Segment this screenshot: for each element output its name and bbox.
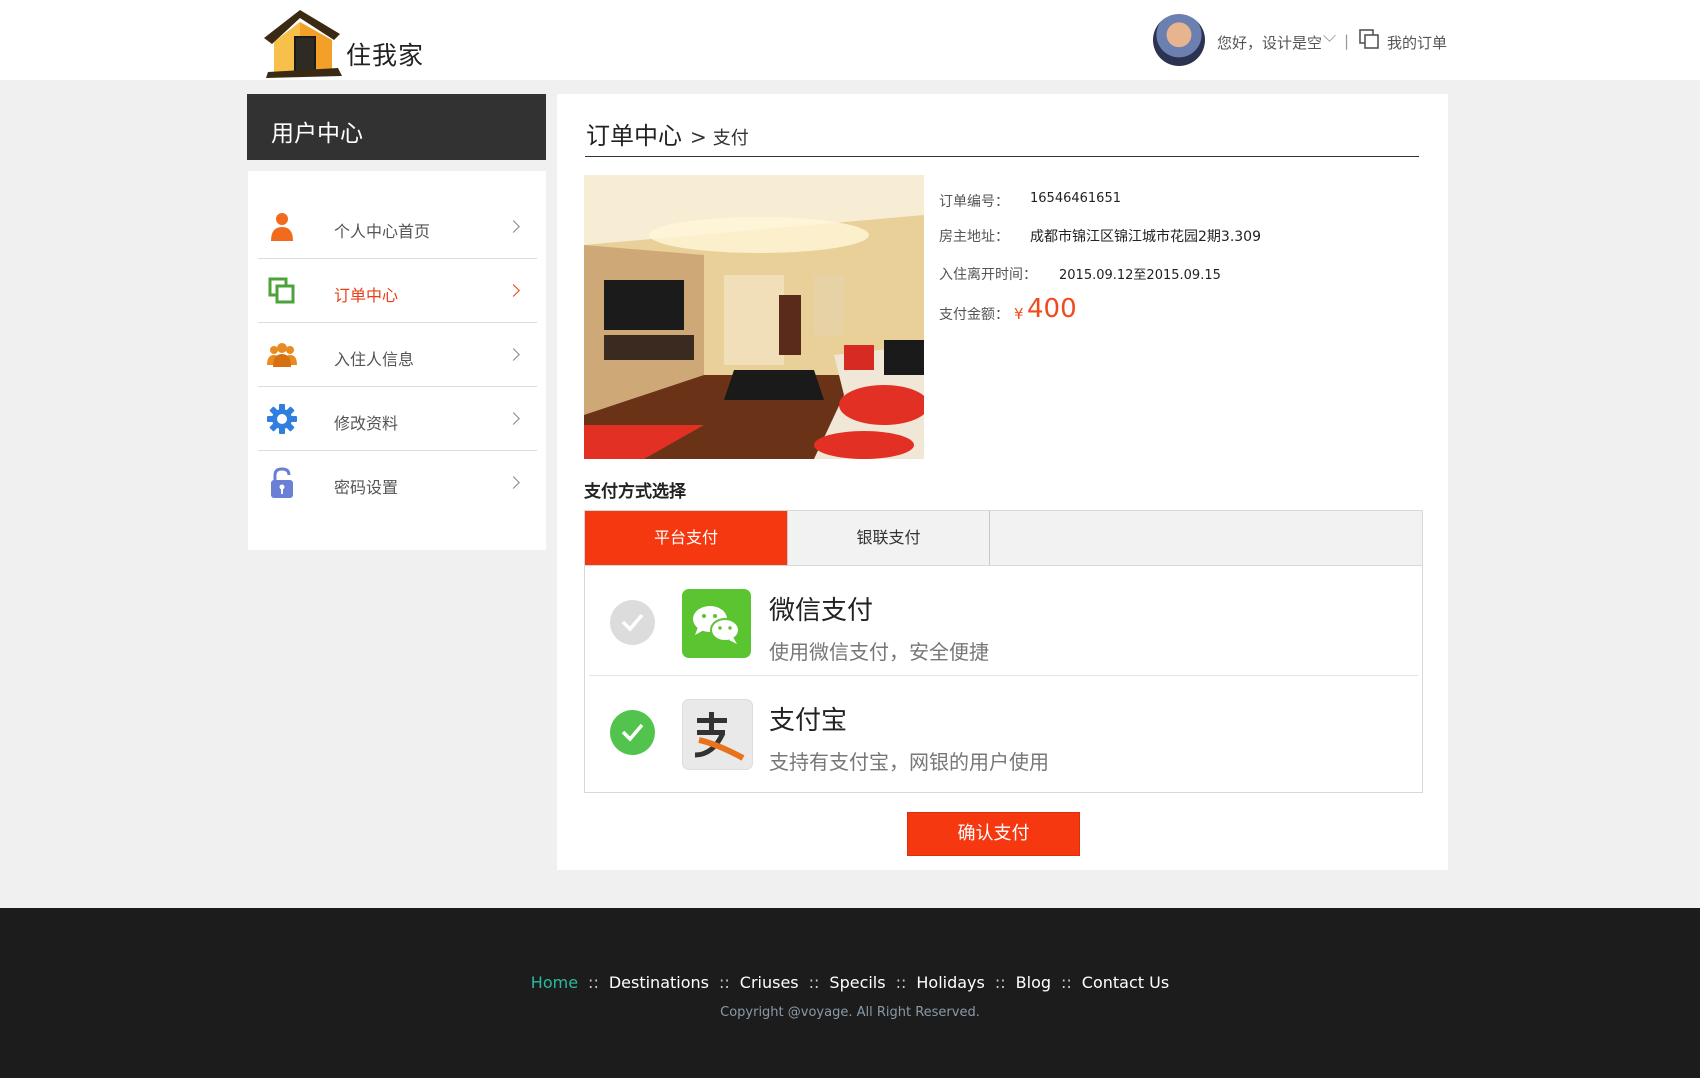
tab-platform-pay[interactable]: 平台支付 <box>585 511 787 565</box>
tab-unionpay[interactable]: 银联支付 <box>787 511 990 565</box>
alipay-icon <box>682 699 753 770</box>
chevron-right-icon <box>507 284 520 297</box>
footer-copyright: Copyright @voyage. All Right Reserved. <box>720 1005 980 1020</box>
footer-nav-separator: :: <box>588 973 599 992</box>
footer-link-contact[interactable]: Contact Us <box>1082 973 1169 992</box>
sidebar-item-password[interactable]: 密码设置 <box>258 451 537 514</box>
confirm-payment-button[interactable]: 确认支付 <box>907 812 1080 856</box>
payment-method-desc: 支持有支付宝，网银的用户使用 <box>769 750 1049 774</box>
sidebar-menu: 个人中心首页 订单中心 入住人信息 修改资料 密码设置 <box>248 171 546 550</box>
sidebar-item-label: 入住人信息 <box>334 350 415 369</box>
payment-option-alipay[interactable]: 支付宝 支持有支付宝，网银的用户使用 <box>589 677 1418 785</box>
payment-panel: 平台支付 银联支付 微信支付 使用微信支付，安全便捷 支付宝 支持有支付宝，网银… <box>584 510 1423 793</box>
order-address-label: 房主地址： <box>939 229 1009 245</box>
footer-link-cruises[interactable]: Criuses <box>740 973 799 992</box>
sidebar-title: 用户中心 <box>271 121 363 147</box>
chevron-right-icon <box>507 412 520 425</box>
payment-method-desc: 使用微信支付，安全便捷 <box>769 640 989 664</box>
house-logo-icon <box>264 10 342 78</box>
footer-nav-separator: :: <box>718 973 730 992</box>
chevron-right-icon <box>507 348 520 361</box>
my-orders-link[interactable]: 我的订单 <box>1387 32 1447 53</box>
footer-nav-separator: :: <box>1061 973 1072 992</box>
sidebar-item-label: 修改资料 <box>334 414 399 433</box>
page-footer: Home:: Destinations:: Criuses:: Specils:: Ho… <box>0 908 1700 1078</box>
order-amount-row: 支付金额： <box>939 304 1009 324</box>
payment-section-title: 支付方式选择 <box>584 482 686 502</box>
order-number-value: 16546461651 <box>1030 191 1121 206</box>
sidebar-item-profile-home[interactable]: 个人中心首页 <box>258 195 537 259</box>
footer-link-home[interactable]: Home <box>531 973 578 992</box>
sidebar-item-edit-profile[interactable]: 修改资料 <box>258 387 537 451</box>
order-address-row: 房主地址： 成都市锦江区锦江城市花园2期3.309 <box>939 226 1261 246</box>
order-address-value: 成都市锦江区锦江城市花园2期3.309 <box>1030 229 1261 245</box>
chevron-right-icon <box>507 220 520 233</box>
radio-check-icon[interactable] <box>610 710 655 755</box>
main-content: 订单中心 > 支付 订单编号： 16546461651 房主地址： 成都市锦江区… <box>557 94 1448 870</box>
breadcrumb-divider <box>585 156 1419 157</box>
order-amount-value: 400 <box>1027 294 1077 324</box>
chevron-down-icon[interactable] <box>1323 29 1336 42</box>
footer-nav-separator: :: <box>808 973 820 992</box>
sidebar-header: 用户中心 <box>247 94 546 160</box>
payment-option-wechat[interactable]: 微信支付 使用微信支付，安全便捷 <box>589 567 1418 676</box>
footer-link-blog[interactable]: Blog <box>1016 973 1051 992</box>
sidebar-item-label: 订单中心 <box>334 286 399 305</box>
gear-icon <box>267 404 297 434</box>
order-number-label: 订单编号： <box>939 194 1009 210</box>
payment-method-name: 支付宝 <box>769 706 848 736</box>
sidebar-item-order-center[interactable]: 订单中心 <box>258 259 537 323</box>
top-header: 住我家 您好，设计是空 | 我的订单 <box>0 0 1700 80</box>
footer-nav-separator: :: <box>994 973 1006 992</box>
site-logo[interactable]: 住我家 <box>260 6 430 78</box>
header-separator: | <box>1344 32 1350 50</box>
footer-nav-separator: :: <box>895 973 907 992</box>
footer-nav: Home:: Destinations:: Criuses:: Specils:: Ho… <box>0 973 1700 992</box>
order-dates-row: 入住离开时间： 2015.09.12至2015.09.15 <box>939 264 1221 284</box>
order-dates-label: 入住离开时间： <box>939 267 1037 283</box>
breadcrumb-separator: > <box>690 125 707 149</box>
room-photo <box>584 175 924 459</box>
footer-link-holidays[interactable]: Holidays <box>916 973 984 992</box>
breadcrumb: 订单中心 > 支付 <box>586 116 749 151</box>
sidebar-item-label: 个人中心首页 <box>334 222 431 241</box>
radio-check-icon[interactable] <box>610 600 655 645</box>
wechat-icon <box>682 589 751 658</box>
sidebar-item-guest-info[interactable]: 入住人信息 <box>258 323 537 387</box>
person-icon <box>271 213 293 241</box>
breadcrumb-current: 支付 <box>712 128 749 149</box>
order-dates-value: 2015.09.12至2015.09.15 <box>1059 268 1221 283</box>
avatar[interactable] <box>1153 14 1205 66</box>
footer-link-specials[interactable]: Specils <box>829 973 885 992</box>
order-amount-label: 支付金额： <box>939 307 1009 323</box>
lock-icon <box>271 467 293 498</box>
sidebar-item-label: 密码设置 <box>334 478 399 497</box>
breadcrumb-order-center[interactable]: 订单中心 <box>586 122 682 150</box>
user-greeting[interactable]: 您好，设计是空 <box>1217 32 1322 53</box>
order-number-row: 订单编号： 16546461651 <box>939 191 1121 211</box>
users-icon <box>267 343 297 367</box>
payment-method-name: 微信支付 <box>769 596 874 626</box>
orders-icon <box>268 277 295 304</box>
chevron-right-icon <box>507 476 520 489</box>
logo-text: 住我家 <box>346 41 425 70</box>
currency-symbol: ¥ <box>1014 305 1024 323</box>
payment-tabs: 平台支付 银联支付 <box>585 511 1422 566</box>
orders-icon[interactable] <box>1359 29 1379 49</box>
footer-link-destinations[interactable]: Destinations <box>609 973 709 992</box>
